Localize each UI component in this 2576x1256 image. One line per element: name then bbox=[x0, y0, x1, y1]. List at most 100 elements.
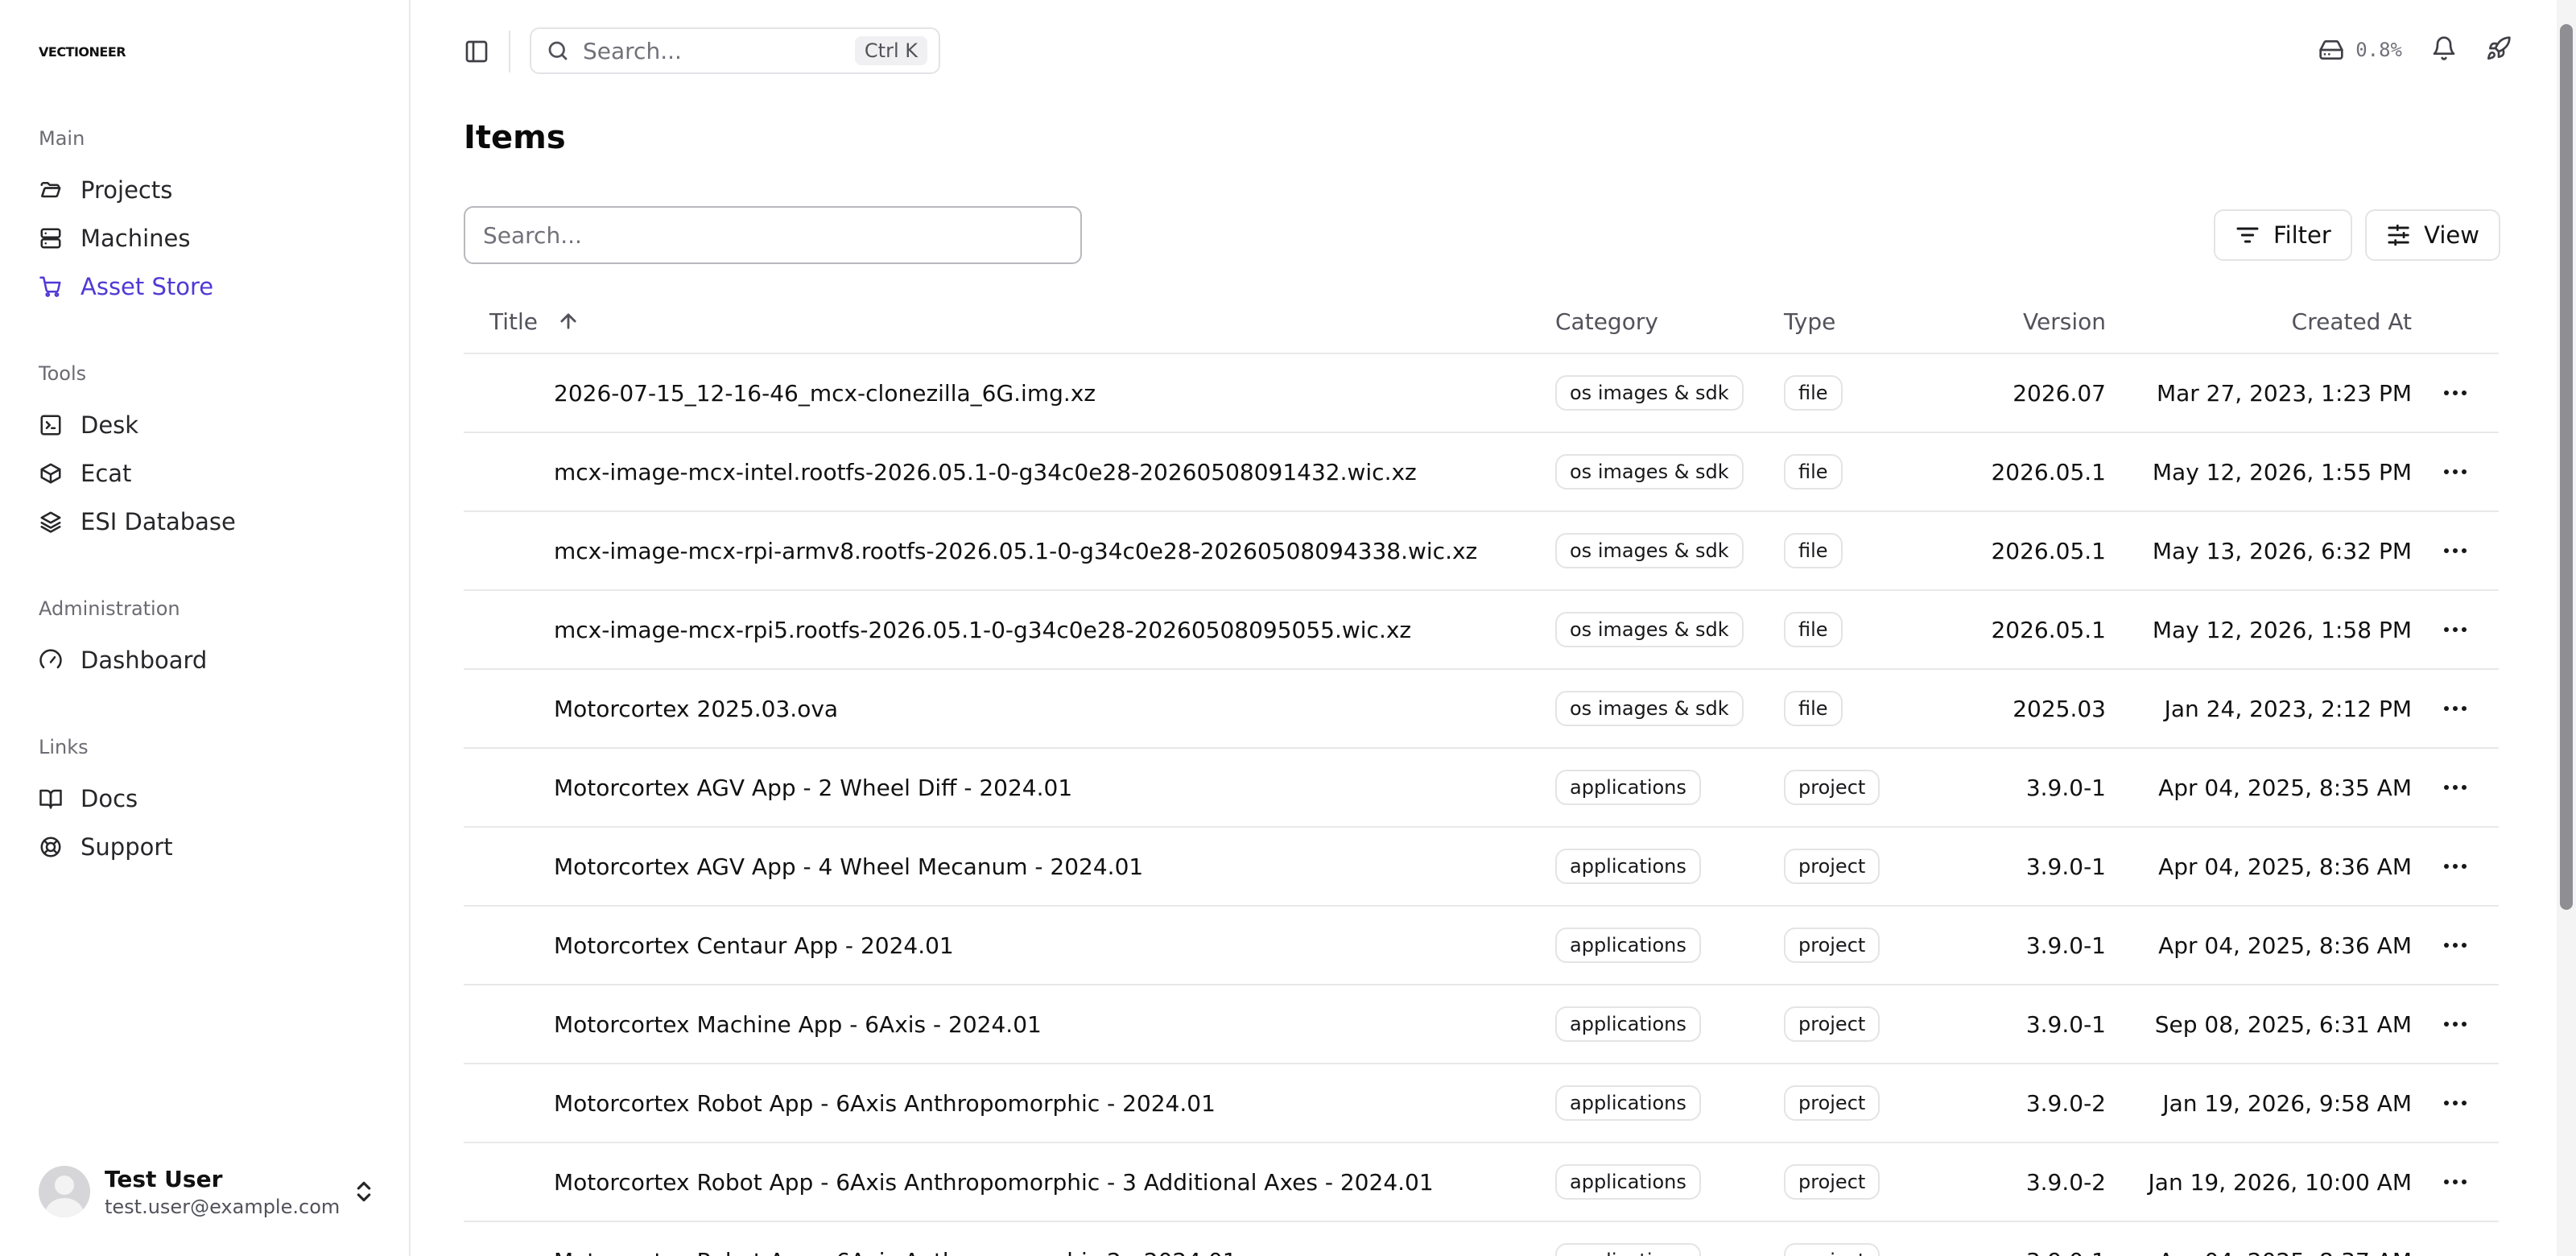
hard-drive-icon bbox=[2319, 40, 2343, 60]
more-horizontal-icon[interactable] bbox=[2439, 1245, 2471, 1256]
cell-created-at: May 13, 2026, 6:32 PM bbox=[2152, 537, 2412, 564]
cell-title[interactable]: Motorcortex Robot App - 6Axis Anthropomo… bbox=[464, 1248, 1555, 1256]
cell-created-at: Apr 04, 2025, 8:37 AM bbox=[2106, 1248, 2412, 1256]
table-search-input[interactable] bbox=[464, 206, 1082, 264]
cell-type: file bbox=[1784, 612, 1945, 647]
more-horizontal-icon[interactable] bbox=[2439, 456, 2471, 488]
page-title: Items bbox=[464, 119, 566, 156]
cell-created-at: Mar 27, 2023, 1:23 PM bbox=[2156, 379, 2412, 407]
table-row[interactable]: Motorcortex Centaur App - 2024.01 applica… bbox=[464, 907, 2499, 985]
cell-category: os images & sdk bbox=[1555, 691, 1784, 726]
cell-actions bbox=[2412, 850, 2499, 882]
box-icon bbox=[39, 461, 63, 485]
chevrons-up-down-icon[interactable] bbox=[351, 1179, 377, 1204]
more-horizontal-icon[interactable] bbox=[2439, 850, 2471, 882]
category-badge: applications bbox=[1555, 1243, 1701, 1256]
scrollbar-thumb[interactable] bbox=[2560, 24, 2573, 910]
brand-logo[interactable]: VECTIONEER bbox=[39, 44, 126, 60]
shopping-cart-icon bbox=[39, 275, 63, 299]
sidebar-item-projects[interactable]: Projects bbox=[39, 169, 172, 211]
cell-type: project bbox=[1784, 928, 1945, 963]
disk-usage[interactable]: 0.8% bbox=[2318, 37, 2402, 63]
more-horizontal-icon[interactable] bbox=[2439, 771, 2471, 804]
sidebar-item-desk[interactable]: Desk bbox=[39, 404, 138, 446]
cell-title[interactable]: mcx-image-mcx-intel.rootfs-2026.05.1-0-g… bbox=[464, 459, 1555, 485]
table-row[interactable]: 2026-07-15_12-16-46_mcx-clonezilla_6G.im… bbox=[464, 354, 2499, 433]
sidebar-item-ecat[interactable]: Ecat bbox=[39, 452, 131, 494]
more-horizontal-icon[interactable] bbox=[2439, 535, 2471, 567]
cell-title[interactable]: Motorcortex AGV App - 4 Wheel Mecanum - … bbox=[464, 853, 1555, 880]
table-row[interactable]: mcx-image-mcx-rpi5.rootfs-2026.05.1-0-g3… bbox=[464, 591, 2499, 670]
bell-icon[interactable] bbox=[2431, 35, 2457, 64]
column-header-category[interactable]: Category bbox=[1555, 308, 1784, 335]
filter-button[interactable]: Filter bbox=[2214, 209, 2352, 261]
type-badge: file bbox=[1784, 454, 1843, 490]
category-badge: applications bbox=[1555, 1085, 1701, 1121]
server-icon bbox=[39, 226, 63, 250]
cell-category: applications bbox=[1555, 1085, 1784, 1121]
cell-version: 3.9.0-1 bbox=[2025, 853, 2106, 880]
cell-title[interactable]: Motorcortex 2025.03.ova bbox=[464, 696, 1555, 722]
terminal-icon bbox=[39, 413, 63, 437]
sidebar-toggle-icon[interactable] bbox=[464, 39, 489, 64]
table-row[interactable]: Motorcortex Machine App - 6Axis - 2024.0… bbox=[464, 985, 2499, 1064]
cell-type: project bbox=[1784, 770, 1945, 805]
cell-title[interactable]: mcx-image-mcx-rpi-armv8.rootfs-2026.05.1… bbox=[464, 538, 1555, 564]
more-horizontal-icon[interactable] bbox=[2439, 1087, 2471, 1119]
table-row[interactable]: Motorcortex Robot App - 6Axis Anthropomo… bbox=[464, 1064, 2499, 1143]
more-horizontal-icon[interactable] bbox=[2439, 692, 2471, 725]
cell-title[interactable]: 2026-07-15_12-16-46_mcx-clonezilla_6G.im… bbox=[464, 380, 1555, 407]
cell-type: project bbox=[1784, 1085, 1945, 1121]
cell-title[interactable]: Motorcortex Robot App - 6Axis Anthropomo… bbox=[464, 1090, 1555, 1117]
table-row[interactable]: Motorcortex Robot App - 6Axis Anthropomo… bbox=[464, 1222, 2499, 1256]
page-scrollbar[interactable] bbox=[2557, 0, 2576, 1256]
table-row[interactable]: mcx-image-mcx-intel.rootfs-2026.05.1-0-g… bbox=[464, 433, 2499, 512]
column-header-title[interactable]: Title bbox=[464, 308, 1555, 335]
view-button-label: View bbox=[2424, 221, 2479, 249]
type-badge: file bbox=[1784, 375, 1843, 411]
sidebar-item-esi-database[interactable]: ESI Database bbox=[39, 501, 236, 543]
more-horizontal-icon[interactable] bbox=[2439, 1008, 2471, 1040]
more-horizontal-icon[interactable] bbox=[2439, 614, 2471, 646]
cell-created-at: Apr 04, 2025, 8:35 AM bbox=[2158, 774, 2412, 801]
type-badge: project bbox=[1784, 1085, 1880, 1121]
view-button[interactable]: View bbox=[2365, 209, 2500, 261]
sidebar-item-label: Projects bbox=[80, 176, 173, 204]
column-header-type[interactable]: Type bbox=[1784, 308, 1945, 335]
more-horizontal-icon[interactable] bbox=[2439, 377, 2471, 409]
table-row[interactable]: mcx-image-mcx-rpi-armv8.rootfs-2026.05.1… bbox=[464, 512, 2499, 591]
cell-category: applications bbox=[1555, 849, 1784, 884]
sidebar-item-asset-store[interactable]: Asset Store bbox=[39, 266, 213, 308]
cell-type: file bbox=[1784, 533, 1945, 568]
cell-version: 2026.05.1 bbox=[1991, 458, 2106, 485]
sidebar-item-docs[interactable]: Docs bbox=[39, 778, 138, 820]
sidebar: VECTIONEER Main Projects Machines Asset … bbox=[0, 0, 411, 1256]
rocket-icon[interactable] bbox=[2486, 35, 2512, 64]
sidebar-item-label: Support bbox=[80, 833, 173, 861]
sort-arrow-up-icon[interactable] bbox=[557, 310, 580, 333]
table-row[interactable]: Motorcortex AGV App - 2 Wheel Diff - 202… bbox=[464, 749, 2499, 828]
filter-lines-icon bbox=[2236, 227, 2259, 243]
avatar bbox=[39, 1166, 90, 1217]
more-horizontal-icon[interactable] bbox=[2439, 1166, 2471, 1198]
cell-created-at: May 12, 2026, 1:58 PM bbox=[2152, 616, 2412, 643]
sidebar-item-dashboard[interactable]: Dashboard bbox=[39, 639, 207, 681]
cell-title[interactable]: Motorcortex Centaur App - 2024.01 bbox=[464, 932, 1555, 959]
user-menu[interactable]: Test User test.user@example.com bbox=[39, 1159, 377, 1224]
cell-title[interactable]: Motorcortex AGV App - 2 Wheel Diff - 202… bbox=[464, 775, 1555, 801]
cell-title[interactable]: mcx-image-mcx-rpi5.rootfs-2026.05.1-0-g3… bbox=[464, 617, 1555, 643]
column-header-version[interactable]: Version bbox=[1945, 308, 2106, 335]
global-search[interactable]: Search... Ctrl K bbox=[530, 27, 940, 74]
cell-created-at: Jan 19, 2026, 10:00 AM bbox=[2148, 1168, 2412, 1196]
type-badge: file bbox=[1784, 533, 1843, 568]
cell-title[interactable]: Motorcortex Machine App - 6Axis - 2024.0… bbox=[464, 1011, 1555, 1038]
table-row[interactable]: Motorcortex Robot App - 6Axis Anthropomo… bbox=[464, 1143, 2499, 1222]
category-badge: os images & sdk bbox=[1555, 454, 1744, 490]
more-horizontal-icon[interactable] bbox=[2439, 929, 2471, 961]
cell-title[interactable]: Motorcortex Robot App - 6Axis Anthropomo… bbox=[464, 1169, 1555, 1196]
table-row[interactable]: Motorcortex AGV App - 4 Wheel Mecanum - … bbox=[464, 828, 2499, 907]
column-header-created-at[interactable]: Created At bbox=[2106, 308, 2412, 335]
table-row[interactable]: Motorcortex 2025.03.ova os images & sdk fi… bbox=[464, 670, 2499, 749]
sidebar-item-support[interactable]: Support bbox=[39, 826, 173, 868]
sidebar-item-machines[interactable]: Machines bbox=[39, 217, 191, 259]
